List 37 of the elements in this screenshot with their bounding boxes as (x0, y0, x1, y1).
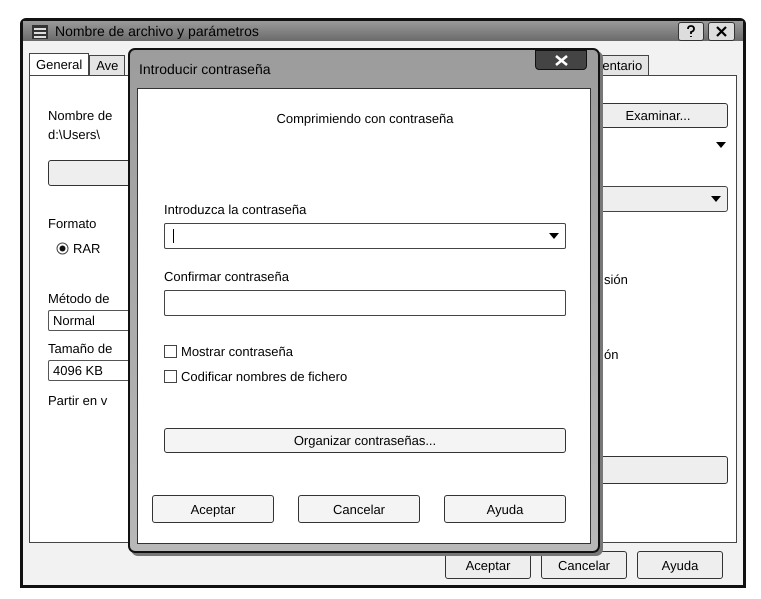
organize-passwords-button[interactable]: Organizar contraseñas... (164, 428, 566, 453)
field-label: Nombre de (48, 108, 112, 123)
tab[interactable]: General (29, 53, 90, 75)
password-field[interactable] (164, 223, 566, 249)
dialog-button[interactable]: Ayuda (637, 551, 723, 579)
option-label-text: ón (604, 347, 620, 362)
dropdown-arrow-icon (711, 196, 721, 202)
archive-path-text: d:\Users\ (48, 127, 100, 142)
dialog-heading: Comprimiendo con contraseña (276, 111, 454, 126)
dialog-title: Introducir contraseña (138, 61, 271, 77)
radio-label: RAR (73, 241, 100, 256)
close-icon (554, 54, 568, 66)
radio-button[interactable] (56, 242, 69, 255)
field-label: Tamaño de (48, 341, 112, 356)
dropdown-arrow-icon[interactable] (716, 142, 726, 148)
field-label: Introduzca la contraseña (164, 202, 308, 217)
close-icon[interactable] (708, 22, 735, 40)
field-label: Confirmar contraseña (164, 269, 290, 284)
checkbox-label: Mostrar contraseña (181, 344, 293, 359)
checkbox[interactable] (164, 370, 177, 383)
dialog-button[interactable]: Ayuda (444, 495, 566, 523)
dialog-button[interactable]: Cancelar (298, 495, 420, 523)
confirm-password-field[interactable] (164, 290, 566, 316)
checkbox-label: Codificar nombres de fichero (181, 369, 348, 384)
dropdown-arrow-icon (549, 233, 559, 239)
group-label: Formato (48, 216, 96, 231)
checkbox[interactable] (164, 345, 177, 358)
archive-icon (31, 22, 49, 40)
window-title: Nombre de archivo y parámetros (55, 23, 260, 39)
tab[interactable]: Ave (89, 55, 126, 75)
option-label-text: sión (604, 272, 629, 287)
text-cursor (173, 229, 174, 243)
field-label: Método de (48, 291, 110, 306)
dialog-button[interactable]: Aceptar (152, 495, 274, 523)
field-label: Partir en v (48, 393, 108, 408)
help-icon[interactable] (678, 22, 704, 40)
close-button[interactable] (535, 50, 587, 70)
